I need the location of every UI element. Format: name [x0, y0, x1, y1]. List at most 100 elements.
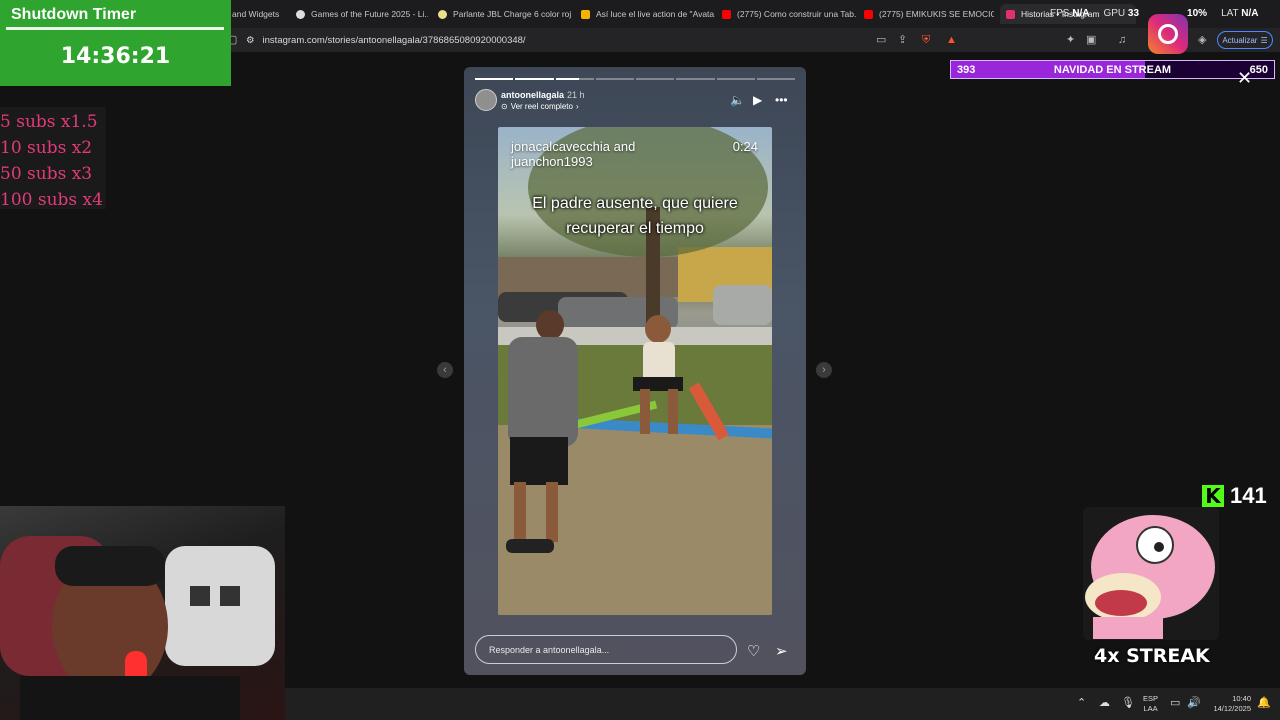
- instagram-icon: [1006, 9, 1015, 19]
- tab-favicon-icon: [438, 9, 447, 19]
- webcam-feed: [0, 506, 285, 720]
- youtube-icon: [864, 9, 873, 19]
- progress-segment: [636, 78, 675, 80]
- browser-tab[interactable]: (2775) Como construir una Tab...: [716, 4, 856, 24]
- timer-divider: [6, 27, 224, 30]
- update-button[interactable]: Actualizar ☰: [1217, 31, 1273, 49]
- url-text: instagram.com/stories/antoonellagala/378…: [262, 34, 526, 46]
- video-credit: jonacalcavecchia and juanchon1993: [511, 139, 636, 169]
- timer-time: 14:36:21: [60, 44, 171, 69]
- story-progress-bar: [475, 78, 795, 80]
- story-age: 21 h: [567, 90, 585, 100]
- progress-segment: [475, 78, 514, 80]
- instagram-logo-icon: [1148, 14, 1188, 54]
- view-full-reel-link[interactable]: ⊙ Ver reel completo ›: [501, 102, 579, 111]
- browser-tab[interactable]: and Widgets: [226, 4, 282, 24]
- notifications-icon[interactable]: 🔔: [1257, 696, 1271, 709]
- streak-label: 4x STREAK: [1094, 645, 1210, 667]
- progress-segment: [676, 78, 715, 80]
- browser-tab[interactable]: Games of the Future 2025 - Li...: [290, 4, 428, 24]
- play-icon[interactable]: ▶: [753, 93, 762, 107]
- video-caption: El padre ausente, que quiere recuperar e…: [498, 191, 772, 241]
- keyboard-layout: LAA: [1143, 704, 1158, 713]
- lat-stat: LAT N/A: [1221, 8, 1259, 19]
- kick-logo-icon: K: [1202, 484, 1224, 508]
- progress-segment: [595, 78, 634, 80]
- send-icon[interactable]: ➢: [775, 642, 788, 660]
- progress-segment: [756, 78, 795, 80]
- music-icon[interactable]: ♫: [1118, 33, 1126, 47]
- microphone-icon[interactable]: 🎙: [1121, 696, 1135, 709]
- caption-line: recuperar el tiempo: [566, 220, 704, 237]
- shutdown-timer: Shutdown Timer 14:36:21: [0, 0, 231, 86]
- extensions-icon[interactable]: ✦: [1066, 33, 1075, 47]
- close-icon[interactable]: ✕: [1237, 68, 1252, 89]
- browser-tab[interactable]: Así luce el live action de "Avata...: [575, 4, 715, 24]
- reply-placeholder: Responder a antoonellagala...: [489, 644, 610, 655]
- subs-multiplier-list: 5 subs x1.5 10 subs x2 50 subs x3 100 su…: [0, 107, 106, 210]
- onedrive-icon[interactable]: ☁: [1099, 696, 1110, 709]
- story-viewer: antoonellagala 21 h ⊙ Ver reel completo …: [464, 67, 806, 675]
- avatar[interactable]: [475, 89, 497, 111]
- menu-icon: ☰: [1260, 35, 1268, 45]
- mute-icon[interactable]: 🔈: [730, 93, 745, 107]
- youtube-icon: [722, 9, 731, 19]
- slowpoke-sticker-icon: [1083, 507, 1219, 640]
- story-video[interactable]: jonacalcavecchia and juanchon1993 0:24 E…: [498, 127, 772, 615]
- brave-shield-icon[interactable]: ⛨: [922, 33, 930, 47]
- video-timestamp: 0:24: [732, 139, 758, 154]
- chevron-right-icon: ›: [575, 102, 579, 111]
- rewards-icon[interactable]: ▲: [946, 33, 957, 47]
- language-code: ESP: [1143, 694, 1159, 703]
- reel-link-label: Ver reel completo: [510, 102, 573, 111]
- tab-label: Parlante JBL Charge 6 color roj...: [453, 9, 572, 19]
- tab-favicon-icon: [581, 9, 590, 19]
- language-indicator[interactable]: ESP LAA: [1143, 694, 1158, 714]
- vpn-icon[interactable]: ◈: [1198, 33, 1206, 47]
- tab-label: (2775) EMIKUKIS SE EMOCION...: [879, 9, 994, 19]
- tab-label: (2775) Como construir una Tab...: [737, 9, 856, 19]
- kick-count: 141: [1230, 483, 1267, 508]
- fps-stat: FPS N/A: [1050, 8, 1090, 19]
- clock-time: 10:40: [1232, 694, 1251, 703]
- next-story-button[interactable]: ›: [816, 362, 832, 378]
- site-settings-icon[interactable]: ⚙: [246, 35, 255, 46]
- caption-line: El padre ausente, que quiere: [532, 195, 738, 212]
- timer-title: Shutdown Timer: [11, 6, 137, 23]
- progress-segment: [716, 78, 755, 80]
- progress-segment: [515, 78, 554, 80]
- tab-label: Games of the Future 2025 - Li...: [311, 9, 428, 19]
- cpu-stat: 10%: [1187, 8, 1208, 19]
- subs-item: 100 subs x4: [0, 190, 103, 210]
- previous-story-button[interactable]: ‹: [437, 362, 453, 378]
- more-options-icon[interactable]: •••: [775, 93, 788, 107]
- subs-item: 10 subs x2: [0, 138, 93, 158]
- browser-tab[interactable]: Parlante JBL Charge 6 color roj...: [432, 4, 572, 24]
- wallet-icon[interactable]: ▣: [1086, 33, 1096, 47]
- share-icon[interactable]: ⇪: [898, 33, 907, 47]
- clock-date: 14/12/2025: [1213, 704, 1251, 713]
- webcam-image: [0, 536, 275, 720]
- reply-input[interactable]: Responder a antoonellagala...: [475, 635, 737, 664]
- progress-segment: [555, 78, 594, 80]
- show-hidden-icons-icon[interactable]: ⌃: [1077, 696, 1086, 709]
- kick-follower-counter: K 141: [1202, 483, 1267, 509]
- tab-label: and Widgets: [232, 9, 280, 19]
- goal-target: 650: [1249, 63, 1268, 76]
- navidad-goal-bar: 393 NAVIDAD EN STREAM 650: [950, 60, 1275, 79]
- browser-tab[interactable]: (2775) EMIKUKIS SE EMOCION...: [858, 4, 994, 24]
- tab-label: Así luce el live action de "Avata...: [596, 9, 715, 19]
- cast-icon[interactable]: ▭: [876, 33, 886, 47]
- story-username[interactable]: antoonellagala: [501, 90, 564, 100]
- subs-item: 5 subs x1.5: [0, 112, 98, 132]
- system-clock[interactable]: 10:40 14/12/2025: [1203, 694, 1251, 714]
- gpu-stat: GPU 33: [1103, 8, 1140, 19]
- tab-favicon-icon: [296, 9, 305, 19]
- address-bar[interactable]: ⚙ instagram.com/stories/antoonellagala/3…: [246, 31, 966, 49]
- heart-icon[interactable]: ♡: [747, 642, 760, 660]
- windows-taskbar: ⌃ ☁ 🎙 ESP LAA ▭ 🔊 10:40 14/12/2025 🔔: [285, 688, 1280, 720]
- subs-item: 50 subs x3: [0, 164, 93, 184]
- network-icon[interactable]: ▭: [1170, 696, 1180, 709]
- goal-title: NAVIDAD EN STREAM: [1053, 63, 1172, 76]
- volume-icon[interactable]: 🔊: [1187, 696, 1201, 709]
